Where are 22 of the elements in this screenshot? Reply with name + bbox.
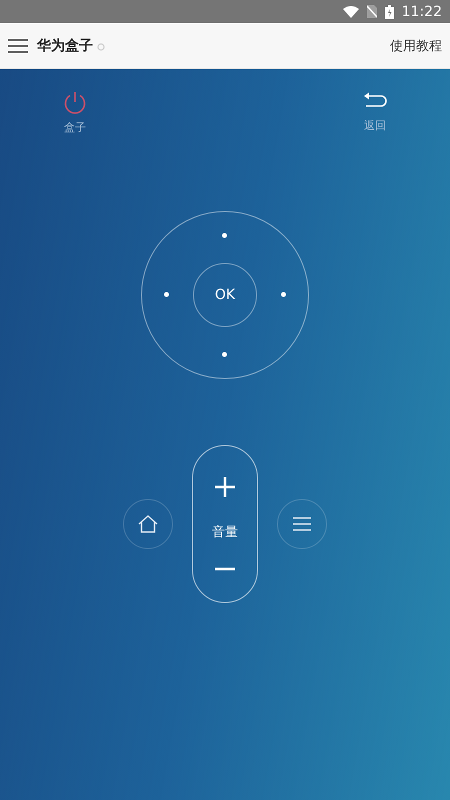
left-button[interactable]	[164, 292, 169, 297]
home-icon	[138, 515, 158, 533]
list-icon	[293, 517, 311, 531]
menu-icon[interactable]	[8, 38, 28, 52]
no-sim-icon	[366, 5, 377, 18]
up-button[interactable]	[222, 233, 227, 238]
ok-button[interactable]: OK	[193, 263, 257, 327]
battery-icon	[384, 4, 394, 18]
status-time: 11:22	[402, 4, 442, 20]
right-button[interactable]	[281, 292, 286, 297]
app-title: 华为盒子	[37, 36, 93, 54]
minus-icon[interactable]	[215, 567, 235, 571]
power-icon	[63, 91, 87, 115]
power-button[interactable]: 盒子	[53, 91, 97, 135]
wifi-icon	[342, 6, 359, 18]
status-ring-icon	[97, 43, 105, 51]
volume-label: 音量	[212, 524, 238, 541]
menu-button[interactable]	[277, 499, 327, 549]
down-button[interactable]	[222, 352, 227, 357]
plus-icon[interactable]	[215, 477, 235, 497]
home-button[interactable]	[123, 499, 173, 549]
tutorial-link[interactable]: 使用教程	[390, 36, 442, 54]
